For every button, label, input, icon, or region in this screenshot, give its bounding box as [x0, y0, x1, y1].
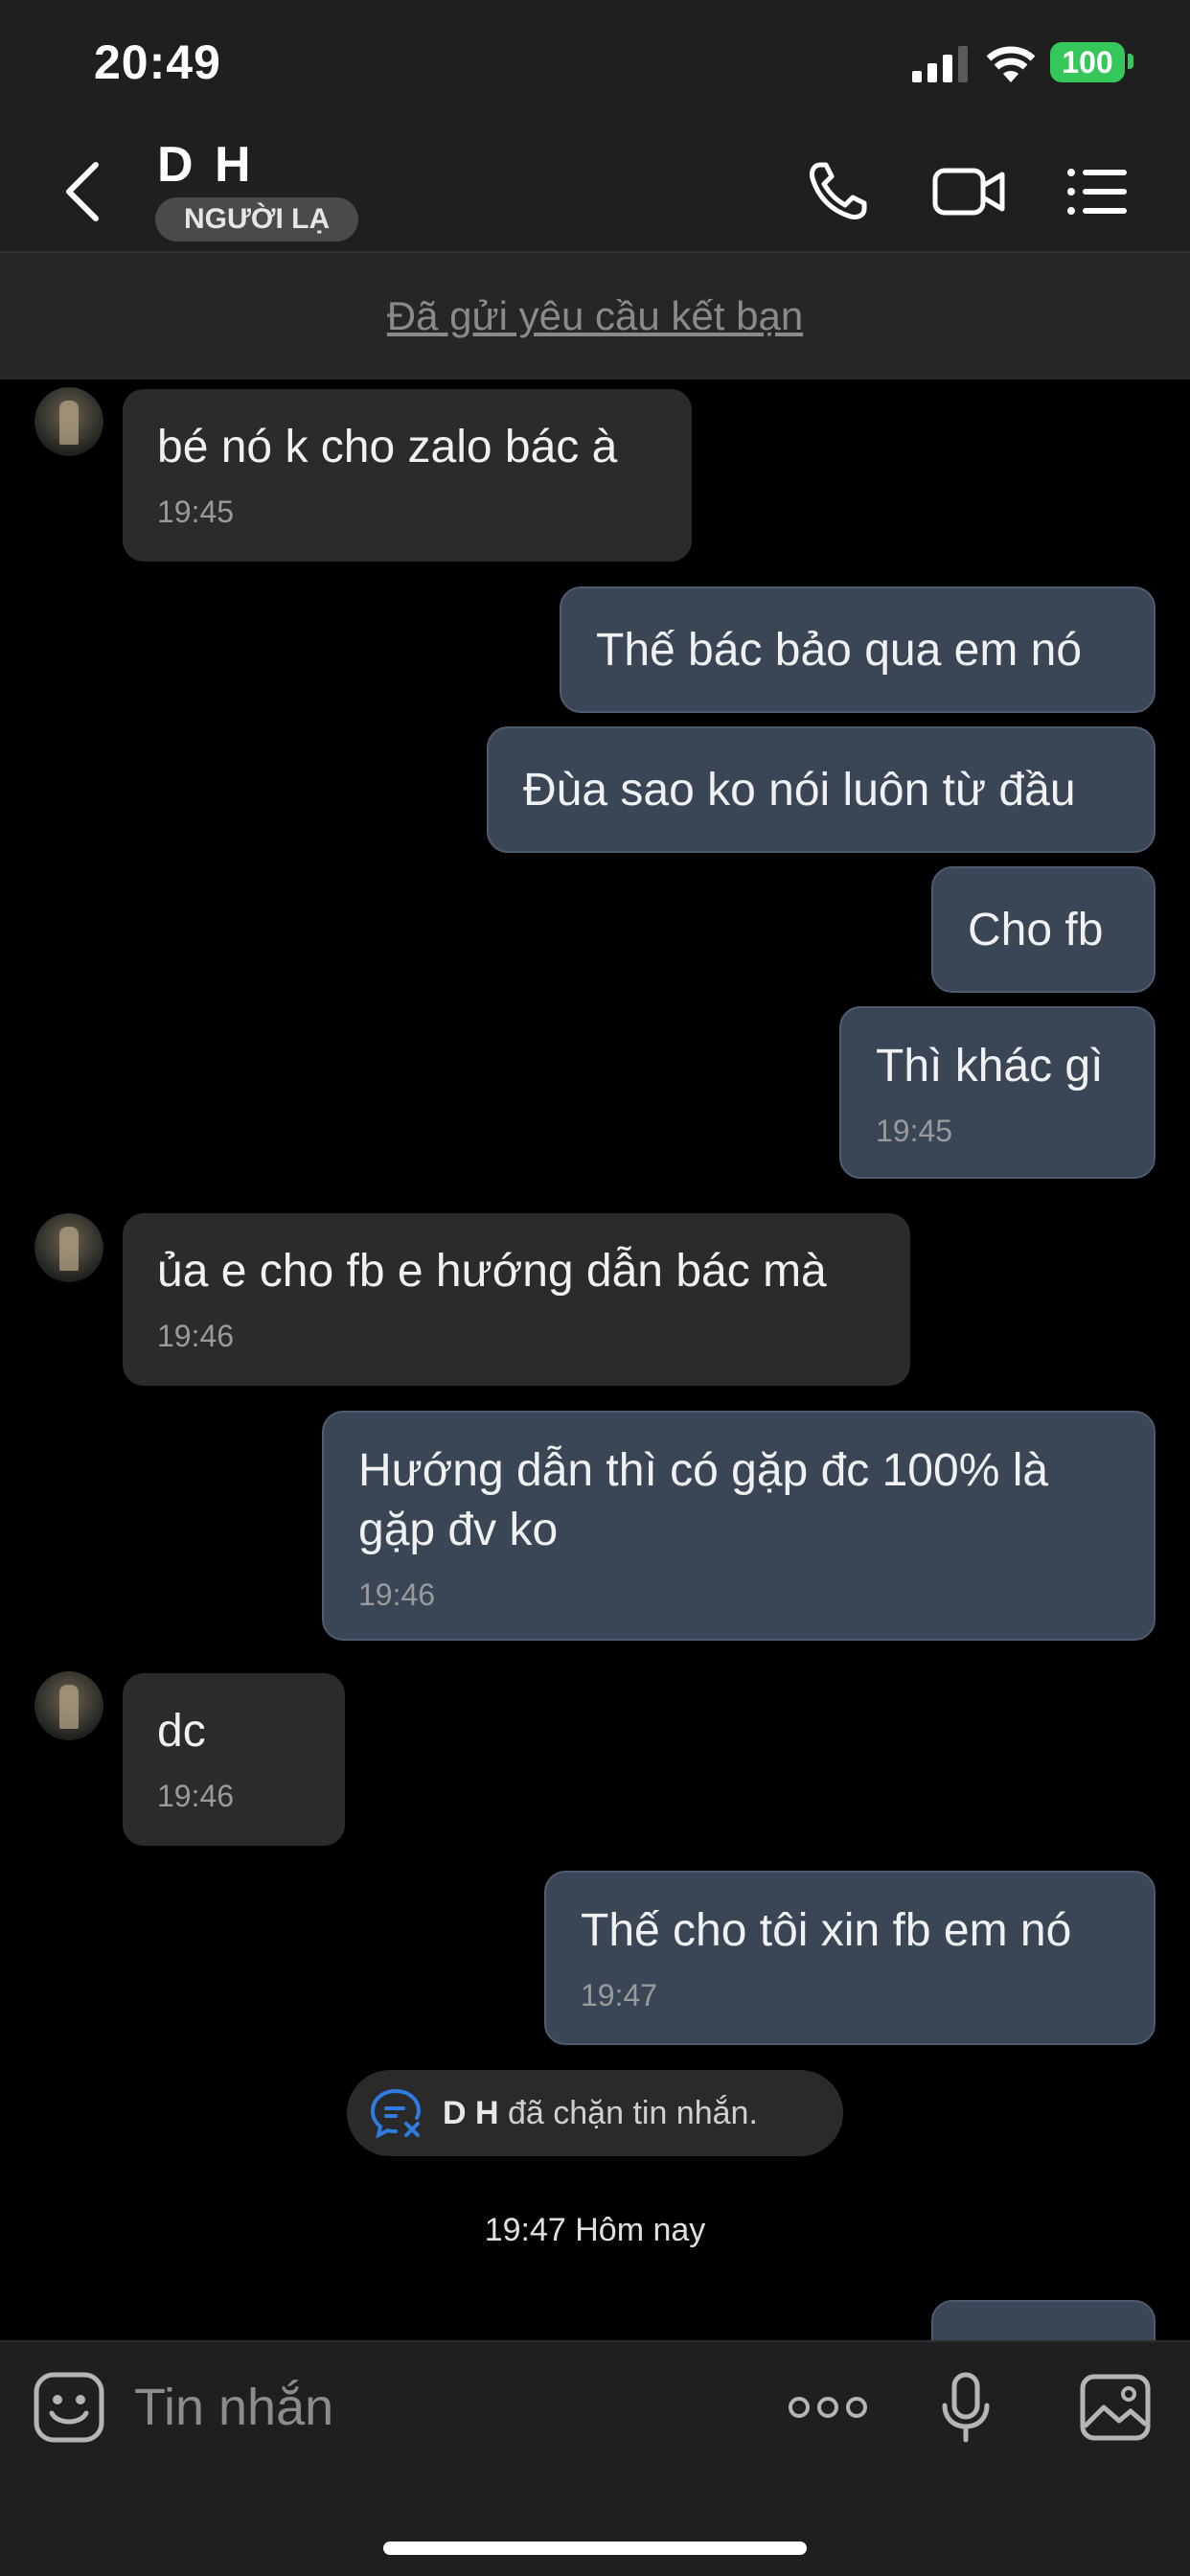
contact-avatar[interactable]: [34, 387, 103, 456]
blocked-notice-message: đã chặn tin nhắn.: [498, 2095, 758, 2131]
message-bubble-outgoing[interactable]: Cho fb: [931, 866, 1156, 993]
message-time: 19:45: [157, 494, 235, 529]
message-text: Thì khác gì: [876, 1041, 1104, 1092]
message-text: bé nó k cho zalo bác à: [157, 422, 618, 472]
phone-icon[interactable]: [801, 155, 874, 228]
message-time: 19:46: [358, 1577, 436, 1612]
message-bubble-outgoing-partial[interactable]: [931, 2300, 1156, 2340]
message-bubble-outgoing[interactable]: Thế cho tôi xin fb em nó 19:47: [544, 1871, 1156, 2045]
friend-request-banner: Đã gửi yêu cầu kết bạn: [0, 253, 1190, 380]
message-bubble-outgoing[interactable]: Thì khác gì 19:45: [839, 1006, 1156, 1179]
message-text: dc: [157, 1706, 206, 1757]
message-text: ủa e cho fb e hướng dẫn bác mà: [157, 1246, 827, 1297]
message-time: 19:46: [157, 1319, 235, 1353]
status-bar: 20:49 100: [0, 0, 1190, 126]
microphone-icon[interactable]: [927, 2369, 1004, 2446]
message-bubble-incoming[interactable]: bé nó k cho zalo bác à 19:45: [123, 389, 692, 562]
menu-icon[interactable]: [1065, 155, 1131, 228]
back-icon[interactable]: [54, 153, 111, 230]
message-bubble-outgoing[interactable]: Thế bác bảo qua em nó: [560, 586, 1156, 713]
message-bubble-incoming[interactable]: ủa e cho fb e hướng dẫn bác mà 19:46: [123, 1213, 910, 1386]
chat-header: D H NGƯỜI LẠ: [0, 126, 1190, 253]
contact-avatar[interactable]: [34, 1213, 103, 1282]
blocked-notice: D H đã chặn tin nhắn.: [347, 2070, 843, 2156]
message-composer: [0, 2340, 1190, 2576]
message-text: Cho fb: [968, 905, 1104, 955]
cellular-signal-icon: [912, 46, 968, 82]
status-time: 20:49: [94, 35, 221, 89]
date-separator: 19:47 Hôm nay: [484, 2212, 706, 2248]
message-bubble-outgoing[interactable]: Hướng dẫn thì có gặp đc 100% là gặp đv k…: [322, 1411, 1156, 1641]
message-text: Đùa sao ko nói luôn từ đầu: [523, 765, 1076, 816]
image-icon[interactable]: [1077, 2369, 1154, 2446]
message-text: Hướng dẫn thì có gặp đc 100% là gặp đv k…: [358, 1445, 1049, 1555]
video-call-icon[interactable]: [931, 155, 1008, 228]
blocked-notice-text: D H đã chặn tin nhắn.: [443, 2070, 758, 2156]
stranger-badge: NGƯỜI LẠ: [155, 197, 359, 242]
battery-tip: [1128, 54, 1133, 69]
home-indicator[interactable]: [383, 2542, 807, 2555]
friend-request-sent-link[interactable]: Đã gửi yêu cầu kết bạn: [387, 293, 803, 338]
sticker-icon[interactable]: [31, 2369, 107, 2446]
wifi-icon: [986, 46, 1036, 82]
contact-avatar[interactable]: [34, 1671, 103, 1740]
message-text: Thế cho tôi xin fb em nó: [581, 1905, 1072, 1956]
blocked-chat-icon: [370, 2089, 422, 2139]
message-list[interactable]: bé nó k cho zalo bác à 19:45 Thế bác bảo…: [0, 380, 1190, 2340]
message-time: 19:47: [581, 1978, 658, 2012]
message-time: 19:45: [876, 1114, 953, 1148]
message-text: Thế bác bảo qua em nó: [596, 625, 1083, 676]
message-bubble-outgoing[interactable]: Đùa sao ko nói luôn từ đầu: [487, 726, 1156, 853]
contact-name[interactable]: D H: [157, 136, 255, 194]
message-input[interactable]: [134, 2369, 747, 2446]
blocked-notice-name: D H: [443, 2095, 499, 2131]
more-icon[interactable]: [786, 2369, 870, 2446]
message-time: 19:46: [157, 1779, 235, 1813]
message-bubble-incoming[interactable]: dc 19:46: [123, 1673, 345, 1846]
battery-indicator: 100: [1050, 42, 1125, 82]
